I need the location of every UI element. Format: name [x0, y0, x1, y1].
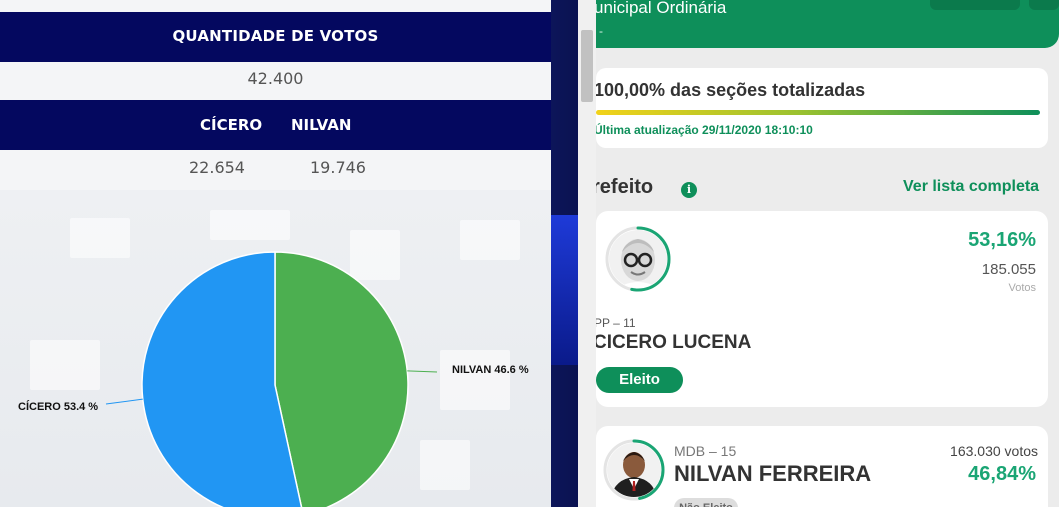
- total-votes: 42.400: [247, 69, 304, 88]
- election-header: unicipal Ordinária -: [596, 0, 1059, 48]
- vote-share-pie-chart: NILVAN 46.6 % CÍCERO 53.4 %: [18, 251, 529, 507]
- sections-totalized-text: 100,00% das seções totalizadas: [596, 80, 866, 100]
- candidate-photo: [609, 230, 667, 288]
- avatar: [617, 239, 659, 288]
- votes-label: Votos: [1008, 282, 1036, 294]
- candidate-votes: 185.055: [981, 261, 1036, 278]
- pie-leader-line: [407, 370, 438, 373]
- header-button[interactable]: [930, 0, 1020, 10]
- candidate-percent: 53,16%: [968, 229, 1036, 251]
- info-icon[interactable]: i: [681, 182, 697, 198]
- election-subtitle: -: [599, 24, 603, 38]
- candidate-card-nilvan[interactable]: MDB – 15 NILVAN FERREIRA Não Eleito 163.…: [596, 426, 1048, 507]
- scrollbar-thumb[interactable]: [581, 30, 593, 102]
- section-title-mayor: refeito: [596, 176, 654, 198]
- pie-data-label: NILVAN 46.6 %: [452, 364, 529, 376]
- results-dashboard-panel: QUANTIDADE DE VOTOS 42.400 CÍCERO NILVAN…: [0, 0, 580, 507]
- candidate-party: MDB – 15: [674, 443, 737, 459]
- election-results-panel: unicipal Ordinária - 100,00% das seções …: [596, 0, 1059, 507]
- candidate-votes: 163.030 votos: [950, 443, 1038, 459]
- header-button-secondary[interactable]: [1029, 0, 1059, 10]
- pie-data-label: CÍCERO 53.4 %: [18, 400, 98, 413]
- votes-header: QUANTIDADE DE VOTOS: [172, 27, 379, 45]
- candidates-header-band: CÍCERO NILVAN: [0, 100, 551, 150]
- elected-badge: Eleito: [596, 367, 683, 393]
- election-title: unicipal Ordinária: [596, 0, 727, 17]
- candidate-votes-cicero: 22.654: [189, 158, 245, 177]
- candidate-party: PP – 11: [596, 316, 636, 330]
- full-list-link[interactable]: Ver lista completa: [903, 178, 1039, 196]
- avatar: [611, 452, 657, 497]
- votes-header-band: QUANTIDADE DE VOTOS: [0, 12, 551, 62]
- candidate-header-nilvan: NILVAN: [291, 116, 352, 134]
- candidate-name: NILVAN FERREIRA: [674, 461, 872, 486]
- last-update-text: Última atualização 29/11/2020 18:10:10: [596, 123, 813, 137]
- candidate-name: CICERO LUCENA: [596, 332, 752, 353]
- totalization-status-card: 100,00% das seções totalizadas Última at…: [596, 68, 1048, 148]
- candidate-photo: [607, 443, 661, 497]
- pie-leader-line: [105, 398, 143, 405]
- background-decoration: [551, 215, 579, 365]
- candidate-votes-nilvan: 19.746: [310, 158, 366, 177]
- totalization-progress-bar: [596, 110, 1040, 115]
- vote-summary-card: QUANTIDADE DE VOTOS 42.400 CÍCERO NILVAN…: [0, 0, 551, 507]
- not-elected-badge: Não Eleito: [674, 498, 738, 507]
- candidate-card-cicero[interactable]: 53,16% 185.055 Votos PP – 11 CICERO LUCE…: [596, 211, 1048, 407]
- pie-slice-nilvan[interactable]: [274, 251, 409, 507]
- candidate-percent: 46,84%: [968, 463, 1036, 485]
- candidate-header-cicero: CÍCERO: [200, 116, 263, 134]
